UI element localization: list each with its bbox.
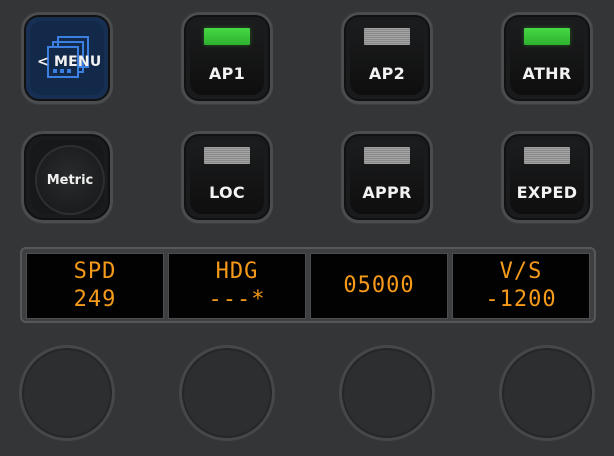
- spd-value: 249: [73, 287, 117, 312]
- heading-dial[interactable]: [179, 345, 275, 441]
- loc-lamp: [204, 147, 250, 164]
- vs-value: -1200: [485, 287, 557, 312]
- ap2-button[interactable]: AP2: [341, 12, 433, 104]
- loc-button[interactable]: LOC: [181, 131, 273, 223]
- appr-lamp: [364, 147, 410, 164]
- speed-dial[interactable]: [19, 345, 115, 441]
- exped-label: EXPED: [516, 183, 578, 202]
- vs-cell[interactable]: V/S -1200: [452, 253, 590, 319]
- ap2-label: AP2: [368, 64, 406, 83]
- appr-label: APPR: [362, 183, 412, 202]
- alt-value: 05000: [343, 273, 415, 298]
- alt-cell[interactable]: 05000: [310, 253, 448, 319]
- metric-label: Metric: [46, 173, 94, 188]
- menu-button[interactable]: < MENU: [21, 12, 113, 104]
- ap1-label: AP1: [208, 64, 246, 83]
- spd-label: SPD: [73, 259, 117, 284]
- vertical-speed-dial[interactable]: [499, 345, 595, 441]
- loc-label: LOC: [209, 183, 245, 202]
- hdg-label: HDG: [215, 259, 259, 284]
- spd-cell[interactable]: SPD 249: [26, 253, 164, 319]
- metric-button[interactable]: Metric: [21, 131, 113, 223]
- autopilot-display: SPD 249 HDG ---* 05000 V/S -1200: [20, 247, 596, 323]
- athr-button[interactable]: ATHR: [501, 12, 593, 104]
- athr-label: ATHR: [522, 64, 572, 83]
- altitude-dial[interactable]: [339, 345, 435, 441]
- ap2-lamp: [364, 28, 410, 45]
- metric-knob: Metric: [35, 145, 105, 215]
- hdg-value: ---*: [208, 287, 266, 312]
- menu-label: < MENU: [37, 54, 102, 70]
- vs-label: V/S: [499, 259, 543, 284]
- athr-lamp: [524, 28, 570, 45]
- exped-button[interactable]: EXPED: [501, 131, 593, 223]
- ap1-button[interactable]: AP1: [181, 12, 273, 104]
- exped-lamp: [524, 147, 570, 164]
- ap1-lamp: [204, 28, 250, 45]
- hdg-cell[interactable]: HDG ---*: [168, 253, 306, 319]
- appr-button[interactable]: APPR: [341, 131, 433, 223]
